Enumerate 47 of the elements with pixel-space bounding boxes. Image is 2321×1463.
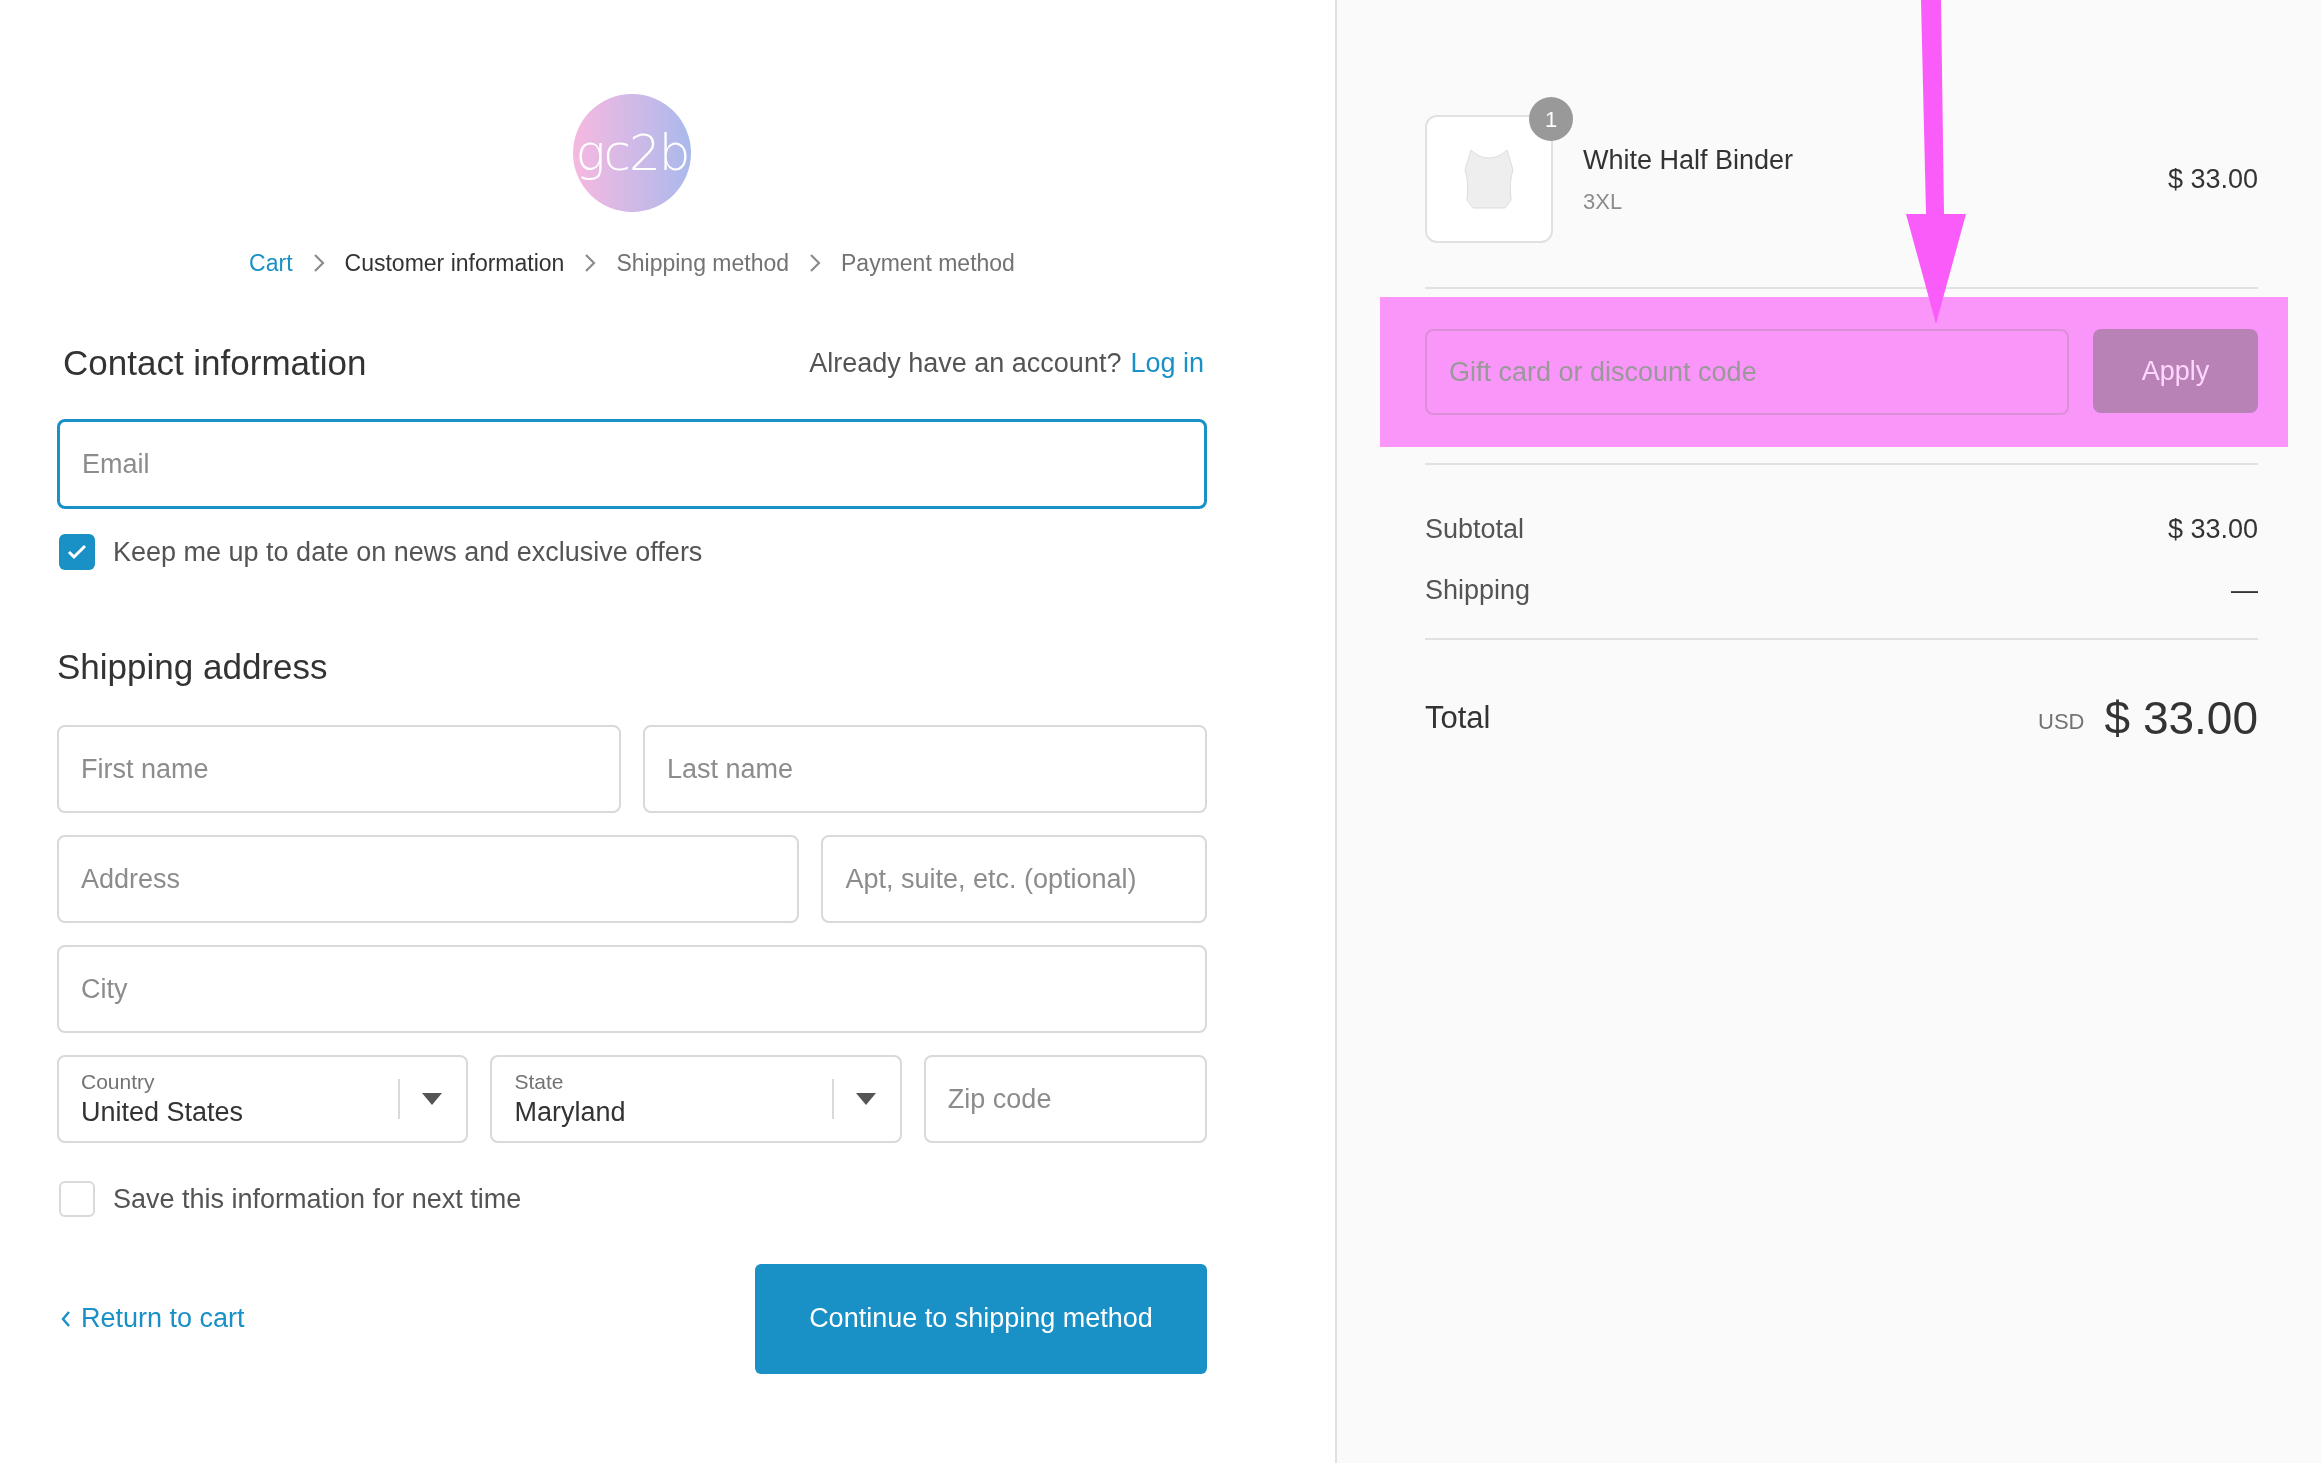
return-link[interactable]: Return to cart (57, 1298, 245, 1339)
account-prompt: Already have an account? (809, 346, 1122, 380)
total-amount: $ 33.00 (2104, 691, 2258, 746)
dropdown-caret-icon (422, 1093, 443, 1105)
product-price: $ 33.00 (2167, 162, 2258, 196)
summary-label: Subtotal (1425, 513, 1525, 546)
apply-button[interactable]: Apply (2093, 329, 2258, 413)
input-field[interactable]: First name (57, 725, 621, 813)
select-field[interactable]: State Maryland (490, 1055, 902, 1143)
chevron-icon (312, 253, 325, 274)
email-field[interactable]: Email (57, 419, 1207, 509)
checkbox[interactable] (59, 1181, 95, 1218)
input-field[interactable]: Apt, suite, etc. (optional) (821, 835, 1207, 923)
section-heading: Contact information (63, 341, 367, 384)
login-link[interactable]: Log in (1130, 342, 1204, 383)
product-name: White Half Binder (1583, 144, 1795, 178)
input-field[interactable]: Address (57, 835, 800, 923)
field-label: Country (81, 1069, 156, 1095)
select-field[interactable]: Country United States (57, 1055, 469, 1143)
check-icon (67, 544, 87, 561)
checkbox-label: Keep me up to date on news and exclusive offers (113, 536, 703, 569)
summary-label: Shipping (1425, 573, 1531, 607)
summary-value: $ 33.00 (2167, 513, 2258, 546)
input-field[interactable]: Zip code (923, 1055, 1207, 1143)
breadcrumb-link[interactable]: Payment method (841, 246, 1015, 281)
section-heading: Shipping address (57, 645, 329, 688)
breadcrumb-link[interactable]: Shipping method (616, 246, 790, 281)
chevron-icon (584, 253, 597, 274)
field-value: Maryland (514, 1096, 627, 1129)
field-value: United States (81, 1096, 245, 1129)
checkbox-label: Save this information for next time (113, 1183, 522, 1216)
dropdown-caret-icon (855, 1093, 876, 1105)
currency-code: USD (2038, 708, 2085, 736)
field-label: State (514, 1069, 565, 1095)
breadcrumb-link[interactable]: Cart (249, 246, 293, 281)
continue-button[interactable]: Continue to shipping method (755, 1263, 1207, 1374)
product-variant: 3XL (1583, 187, 1624, 216)
chevron-icon (809, 253, 822, 274)
quantity-badge: 1 (1529, 97, 1573, 141)
input-field[interactable]: City (57, 945, 1207, 1033)
discount-field[interactable]: Gift card or discount code (1425, 329, 2069, 415)
input-field[interactable]: Last name (643, 725, 1207, 813)
total-label: Total (1425, 699, 1491, 738)
checkbox[interactable] (59, 534, 95, 571)
chevron-left-icon (61, 1309, 71, 1328)
breadcrumb-link[interactable]: Customer information (344, 246, 565, 281)
summary-value: — (2231, 573, 2258, 607)
